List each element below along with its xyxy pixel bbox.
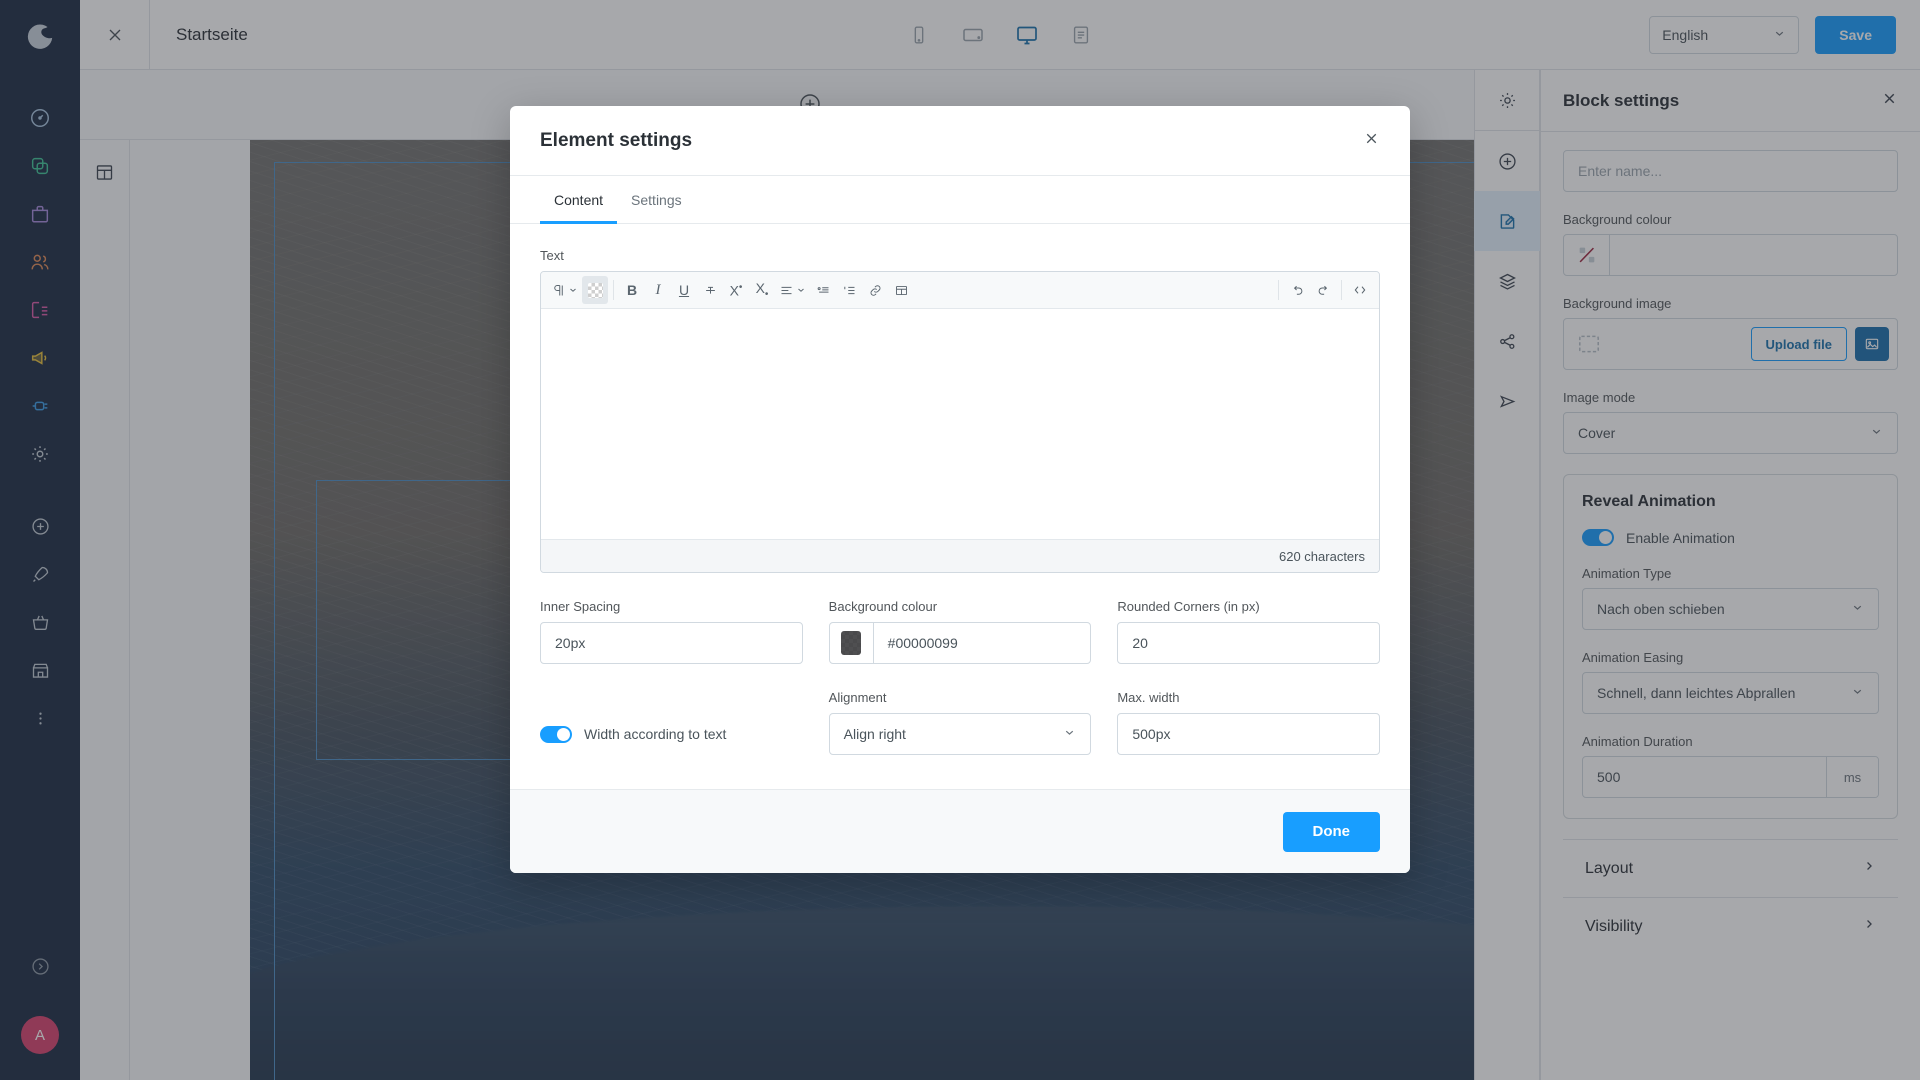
link-icon[interactable] [862,276,888,304]
rounded-corners-label: Rounded Corners (in px) [1117,599,1260,614]
text-field-label: Text [540,248,564,263]
width-according-to-text-toggle[interactable] [540,725,572,743]
tab-settings[interactable]: Settings [617,176,696,224]
colour-swatch-icon[interactable] [830,623,874,663]
align-icon[interactable] [775,276,810,304]
width-according-to-text-label: Width according to text [584,726,727,742]
element-background-colour-input[interactable]: #00000099 [874,623,1091,663]
subscript-icon[interactable]: X• [749,276,775,304]
element-background-colour-field: Background colour #00000099 [828,599,1092,664]
editor-character-count: 620 characters [541,539,1379,572]
toggle-knob [557,727,570,741]
chevron-down-icon [1063,726,1076,742]
rounded-corners-field: Rounded Corners (in px) 20 [1117,599,1381,664]
text-colour-icon[interactable] [582,276,608,304]
rich-text-editor: B I U X• X• 620 characters [540,271,1380,573]
width-according-to-text-field: Width according to text [540,690,803,755]
alignment-field: Alignment Align right [828,690,1092,755]
width-toggle-spacer [540,690,803,705]
numbered-list-icon[interactable] [836,276,862,304]
element-settings-modal: Element settings Content Settings Text B… [510,106,1410,873]
modal-row-one: Inner Spacing 20px Background colour #00… [540,599,1381,664]
tab-content[interactable]: Content [540,176,618,224]
bulleted-list-icon[interactable] [810,276,836,304]
alignment-value: Align right [843,726,906,742]
modal-row-two: Width according to text Alignment Align … [540,690,1381,755]
undo-icon[interactable] [1284,276,1310,304]
modal-footer: Done [510,789,1410,873]
underline-icon[interactable]: U [671,276,697,304]
modal-header: Element settings [510,106,1410,176]
editor-toolbar-right [1273,276,1373,304]
modal-tabs: Content Settings [510,176,1410,224]
editor-toolbar: B I U X• X• [541,272,1379,309]
alignment-label: Alignment [828,690,887,705]
width-toggle-row: Width according to text [540,713,803,755]
modal-body: Text B I U X• X• 620 characters Inner Sp… [510,224,1410,755]
inner-spacing-field: Inner Spacing 20px [540,599,803,664]
toolbar-divider [613,280,614,300]
bold-icon[interactable]: B [619,276,645,304]
colour-chip [841,631,862,655]
max-width-label: Max. width [1117,690,1180,705]
element-background-colour-row: #00000099 [828,622,1092,664]
inner-spacing-input[interactable]: 20px [540,622,803,664]
close-icon[interactable] [1363,130,1380,151]
editor-content-area[interactable] [541,309,1379,539]
element-background-colour-label: Background colour [828,599,938,614]
max-width-input[interactable]: 500px [1117,713,1381,755]
alignment-select[interactable]: Align right [828,713,1092,755]
code-view-icon[interactable] [1347,276,1373,304]
redo-icon[interactable] [1310,276,1336,304]
paragraph-format-icon[interactable] [547,276,582,304]
rounded-corners-input[interactable]: 20 [1117,622,1381,664]
strikethrough-icon[interactable] [697,276,723,304]
max-width-field: Max. width 500px [1117,690,1381,755]
superscript-icon[interactable]: X• [723,276,749,304]
italic-icon[interactable]: I [645,276,671,304]
shopware-cms-page-builder: A Startseite English Save Block settings… [0,0,1920,1080]
inner-spacing-label: Inner Spacing [540,599,621,614]
toolbar-divider-right [1278,280,1279,300]
toolbar-divider-code [1341,280,1342,300]
table-icon[interactable] [888,276,914,304]
modal-title: Element settings [540,129,693,151]
done-button[interactable]: Done [1282,811,1380,852]
